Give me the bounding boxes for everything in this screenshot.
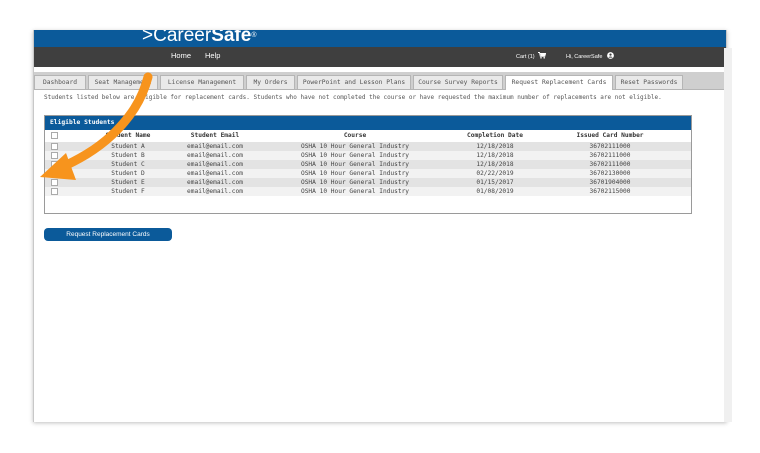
row-checkbox[interactable]: [51, 143, 58, 150]
cell-student-email: email@email.com: [187, 143, 243, 150]
cell-card-number: 36702115000: [589, 188, 631, 195]
account-menu[interactable]: Hi, CareerSafe: [566, 52, 614, 60]
row-checkbox[interactable]: [51, 152, 58, 159]
cell-student-email: email@email.com: [187, 152, 243, 159]
tab-powerpoint-lesson-plans[interactable]: PowerPoint and Lesson Plans: [297, 75, 411, 89]
cell-course: OSHA 10 Hour General Industry: [300, 161, 410, 168]
cell-student-email: email@email.com: [187, 179, 243, 186]
intro-text: Students listed below are eligible for r…: [44, 94, 662, 101]
cell-completion-date: 12/18/2018: [476, 152, 514, 159]
cell-completion-date: 01/08/2019: [476, 188, 514, 195]
table-row: Student C email@email.com OSHA 10 Hour G…: [45, 160, 691, 169]
logo-mark: ®: [251, 32, 257, 39]
tab-license-management[interactable]: License Management: [160, 75, 244, 89]
cell-card-number: 36702111000: [589, 161, 631, 168]
table-row: Student F email@email.com OSHA 10 Hour G…: [45, 187, 691, 196]
eligible-students-table: Eligible Students Student Name Student E…: [44, 115, 692, 214]
nav-home-link[interactable]: Home: [171, 51, 191, 60]
cell-student-name: Student A: [111, 143, 145, 150]
cell-card-number: 36702111000: [589, 152, 631, 159]
cell-card-number: 36701904000: [589, 179, 631, 186]
table-title: Eligible Students: [50, 119, 115, 126]
row-checkbox[interactable]: [51, 170, 58, 177]
table-body: Student A email@email.com OSHA 10 Hour G…: [45, 142, 691, 213]
tab-request-replacement-cards[interactable]: Request Replacement Cards: [505, 75, 613, 90]
table-row: Student E email@email.com OSHA 10 Hour G…: [45, 178, 691, 187]
cell-student-name: Student F: [111, 188, 145, 195]
tab-reset-passwords[interactable]: Reset Passwords: [615, 75, 683, 89]
cell-student-email: email@email.com: [187, 170, 243, 177]
top-nav: Home Help Cart (1) Hi, CareerSafe: [34, 47, 726, 67]
col-course: Course: [343, 132, 367, 139]
cell-completion-date: 02/22/2019: [476, 170, 514, 177]
cart-icon: [538, 52, 547, 59]
table-row: Student A email@email.com OSHA 10 Hour G…: [45, 142, 691, 151]
nav-help-link[interactable]: Help: [205, 51, 220, 60]
cell-student-name: Student B: [111, 152, 145, 159]
row-checkbox[interactable]: [51, 161, 58, 168]
scrollbar[interactable]: [724, 48, 732, 422]
cell-student-email: email@email.com: [187, 161, 243, 168]
logo-regular: Career: [153, 30, 212, 46]
cell-course: OSHA 10 Hour General Industry: [300, 170, 410, 177]
tab-dashboard[interactable]: Dashboard: [34, 75, 86, 89]
cell-student-name: Student E: [111, 179, 145, 186]
careersafe-logo[interactable]: >CareerSafe®: [142, 30, 257, 48]
app-window: >CareerSafe® Home Help Cart (1) Hi, Care…: [33, 30, 727, 422]
column-header-row: Student Name Student Email Course Comple…: [45, 130, 691, 142]
table-row: Student B email@email.com OSHA 10 Hour G…: [45, 151, 691, 160]
cell-card-number: 36702111000: [589, 143, 631, 150]
table-row: Student D email@email.com OSHA 10 Hour G…: [45, 169, 691, 178]
tab-my-orders[interactable]: My Orders: [246, 75, 295, 89]
cell-course: OSHA 10 Hour General Industry: [300, 179, 410, 186]
cell-student-name: Student C: [111, 161, 145, 168]
cell-course: OSHA 10 Hour General Industry: [300, 152, 410, 159]
select-all-checkbox[interactable]: [51, 132, 58, 139]
cell-course: OSHA 10 Hour General Industry: [300, 143, 410, 150]
logo-bold: Safe: [211, 30, 252, 46]
cell-completion-date: 12/18/2018: [476, 143, 514, 150]
col-issued-card-number: Issued Card Number: [576, 132, 644, 139]
tab-course-survey-reports[interactable]: Course Survey Reports: [413, 75, 503, 89]
cell-course: OSHA 10 Hour General Industry: [300, 188, 410, 195]
request-replacement-cards-button[interactable]: Request Replacement Cards: [44, 228, 172, 241]
cart-label: Cart (1): [516, 54, 535, 60]
account-greeting: Hi, CareerSafe: [566, 54, 603, 60]
row-checkbox[interactable]: [51, 188, 58, 195]
tab-bar: Dashboard Seat Management License Manage…: [34, 72, 726, 90]
col-completion-date: Completion Date: [467, 132, 523, 139]
logo-prefix: >: [142, 30, 154, 46]
col-student-name: Student Name: [105, 132, 151, 139]
cell-student-name: Student D: [111, 170, 145, 177]
cart-link[interactable]: Cart (1): [516, 52, 547, 60]
col-student-email: Student Email: [190, 132, 240, 139]
cell-student-email: email@email.com: [187, 188, 243, 195]
brand-bar: >CareerSafe®: [34, 30, 726, 47]
cell-card-number: 36702130000: [589, 170, 631, 177]
row-checkbox[interactable]: [51, 179, 58, 186]
tab-seat-management[interactable]: Seat Management: [88, 75, 158, 89]
cell-completion-date: 12/18/2018: [476, 161, 514, 168]
cell-completion-date: 01/15/2017: [476, 179, 514, 186]
table-header-bar: Eligible Students: [45, 116, 691, 130]
user-icon: [607, 52, 614, 59]
